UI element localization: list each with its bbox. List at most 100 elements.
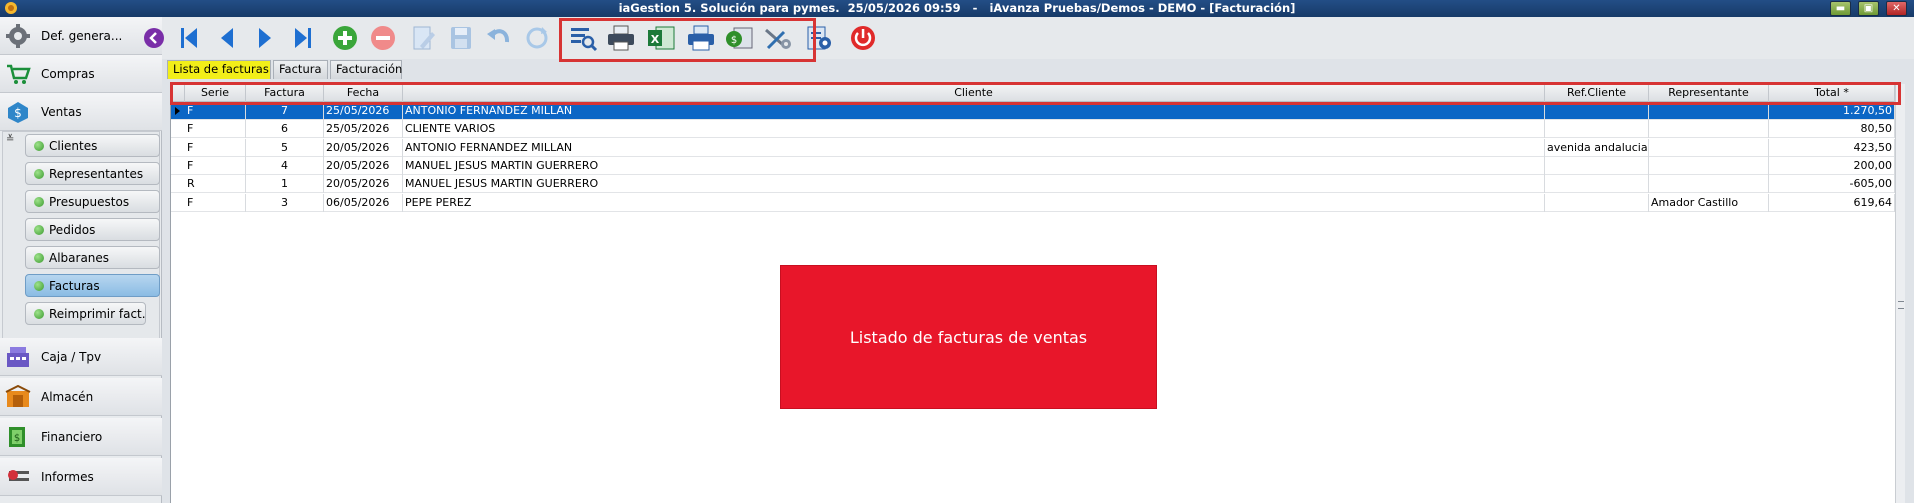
- sidebar-item-presupuestos[interactable]: Presupuestos: [25, 190, 160, 213]
- sidebar-item-label: Facturas: [49, 279, 100, 293]
- cell-fecha: 20/05/2026: [324, 175, 403, 194]
- minimize-button[interactable]: ▬: [1830, 1, 1851, 16]
- maximize-button[interactable]: ▣: [1858, 1, 1879, 16]
- delete-button[interactable]: [368, 24, 398, 52]
- status-dot-icon: [34, 253, 44, 263]
- cell-representante: Amador Castillo: [1649, 193, 1769, 212]
- table-row[interactable]: F 3 06/05/2026 PEPE PEREZ Amador Castillo 619…: [171, 193, 1895, 212]
- last-record-icon: [295, 28, 311, 48]
- module-label: Def. genera...: [41, 29, 123, 43]
- cell-factura: 5: [246, 138, 324, 157]
- cell-representante: [1649, 138, 1769, 157]
- module-label: Ventas: [41, 105, 82, 119]
- module-label: Informes: [41, 470, 94, 484]
- cell-ref-cliente: [1545, 120, 1649, 139]
- cell-factura: 3: [246, 193, 324, 212]
- ventas-submenu: ≚ Clientes Representantes Presupuestos P…: [2, 131, 160, 349]
- module-label: Compras: [41, 67, 95, 81]
- sidebar-item-label: Presupuestos: [49, 195, 130, 209]
- module-label: Financiero: [41, 430, 103, 444]
- warehouse-icon: [5, 385, 31, 407]
- collapse-left-icon: [144, 28, 164, 48]
- first-record-button[interactable]: [174, 24, 204, 52]
- report-icon: [8, 470, 29, 481]
- module-compras[interactable]: Compras: [0, 55, 162, 93]
- toolbar: X $: [144, 17, 1914, 59]
- sidebar-item-label: Albaranes: [49, 251, 110, 265]
- exit-button[interactable]: [848, 24, 878, 52]
- module-caja-tpv[interactable]: Caja / Tpv: [0, 338, 162, 376]
- cell-fecha: 25/05/2026: [324, 120, 403, 139]
- save-button[interactable]: [446, 24, 476, 52]
- cell-serie: F: [185, 156, 246, 175]
- module-def-general[interactable]: Def. genera...: [0, 17, 162, 55]
- module-informes[interactable]: Informes: [0, 458, 162, 496]
- table-row[interactable]: F 6 25/05/2026 CLIENTE VARIOS 80,50: [171, 120, 1895, 139]
- sales-icon: $: [8, 102, 28, 123]
- sidebar-item-label: Pedidos: [49, 223, 96, 237]
- power-icon: [851, 26, 875, 50]
- next-record-button[interactable]: [250, 24, 280, 52]
- table-row[interactable]: R 1 20/05/2026 MANUEL JESUS MARTIN GUERRERO…: [171, 175, 1895, 194]
- header-annotation-box: [170, 82, 1901, 105]
- sidebar-item-reimprimir[interactable]: Reimprimir fact.: [25, 302, 146, 325]
- tab-factura[interactable]: Factura: [273, 60, 328, 79]
- cell-ref-cliente: avenida andalucia: [1545, 138, 1649, 157]
- cell-total: -605,00: [1769, 175, 1895, 194]
- cell-ref-cliente: [1545, 193, 1649, 212]
- sidebar-item-albaranes[interactable]: Albaranes: [25, 246, 160, 269]
- status-dot-icon: [34, 281, 44, 291]
- vertical-scrollbar[interactable]: [1895, 84, 1905, 503]
- undo-icon: [487, 29, 510, 43]
- cash-register-icon: [7, 347, 29, 367]
- close-window-button[interactable]: ✕: [1886, 1, 1907, 16]
- refresh-icon: [526, 27, 548, 49]
- toolbar-annotation-box: [559, 18, 816, 62]
- scrollbar-grip-icon[interactable]: [1898, 301, 1904, 309]
- module-ventas[interactable]: $ Ventas: [0, 93, 162, 131]
- status-dot-icon: [34, 225, 44, 235]
- cell-total: 619,64: [1769, 193, 1895, 212]
- sidebar-item-representantes[interactable]: Representantes: [25, 162, 160, 185]
- collapse-sidebar-button[interactable]: [143, 27, 165, 49]
- undo-button[interactable]: [484, 24, 514, 52]
- sidebar-item-label: Clientes: [49, 139, 98, 153]
- table-row[interactable]: F 4 20/05/2026 MANUEL JESUS MARTIN GUERRERO…: [171, 156, 1895, 175]
- svg-text:$: $: [14, 106, 22, 120]
- cell-serie: F: [185, 193, 246, 212]
- cell-factura: 4: [246, 156, 324, 175]
- module-almacen[interactable]: Almacén: [0, 378, 162, 416]
- sidebar-item-label: Reimprimir fact.: [49, 307, 146, 321]
- svg-text:$: $: [14, 433, 20, 444]
- cell-representante: [1649, 120, 1769, 139]
- money-icon: $: [9, 427, 25, 447]
- cell-factura: 1: [246, 175, 324, 194]
- cell-representante: [1649, 175, 1769, 194]
- content-gutter: [162, 60, 170, 503]
- cell-serie: F: [185, 120, 246, 139]
- edit-icon: [413, 26, 435, 50]
- delete-icon: [371, 26, 395, 50]
- sidebar-item-clientes[interactable]: Clientes: [25, 134, 160, 157]
- collapse-submenu-icon[interactable]: ≚: [6, 134, 14, 145]
- edit-button[interactable]: [408, 24, 438, 52]
- module-financiero[interactable]: $ Financiero: [0, 418, 162, 456]
- current-row-indicator-icon: [175, 107, 180, 115]
- tab-lista-de-facturas[interactable]: Lista de facturas: [167, 60, 271, 79]
- sidebar: Def. genera... Compras $ Ventas ≚ Client…: [0, 17, 162, 503]
- sidebar-item-label: Representantes: [49, 167, 144, 181]
- cell-fecha: 20/05/2026: [324, 138, 403, 157]
- sidebar-item-facturas[interactable]: Facturas: [25, 274, 160, 297]
- sidebar-item-pedidos[interactable]: Pedidos: [25, 218, 160, 241]
- previous-record-button[interactable]: [212, 24, 242, 52]
- callout-banner: Listado de facturas de ventas: [780, 265, 1157, 409]
- last-record-button[interactable]: [288, 24, 318, 52]
- gear-icon: [6, 24, 30, 48]
- tab-facturacion[interactable]: Facturación: [330, 60, 402, 79]
- cell-serie: F: [185, 138, 246, 157]
- refresh-button[interactable]: [522, 24, 552, 52]
- add-icon: [333, 26, 357, 50]
- add-button[interactable]: [330, 24, 360, 52]
- table-row[interactable]: F 5 20/05/2026 ANTONIO FERNANDEZ MILLAN aven…: [171, 138, 1895, 157]
- cell-fecha: 06/05/2026: [324, 193, 403, 212]
